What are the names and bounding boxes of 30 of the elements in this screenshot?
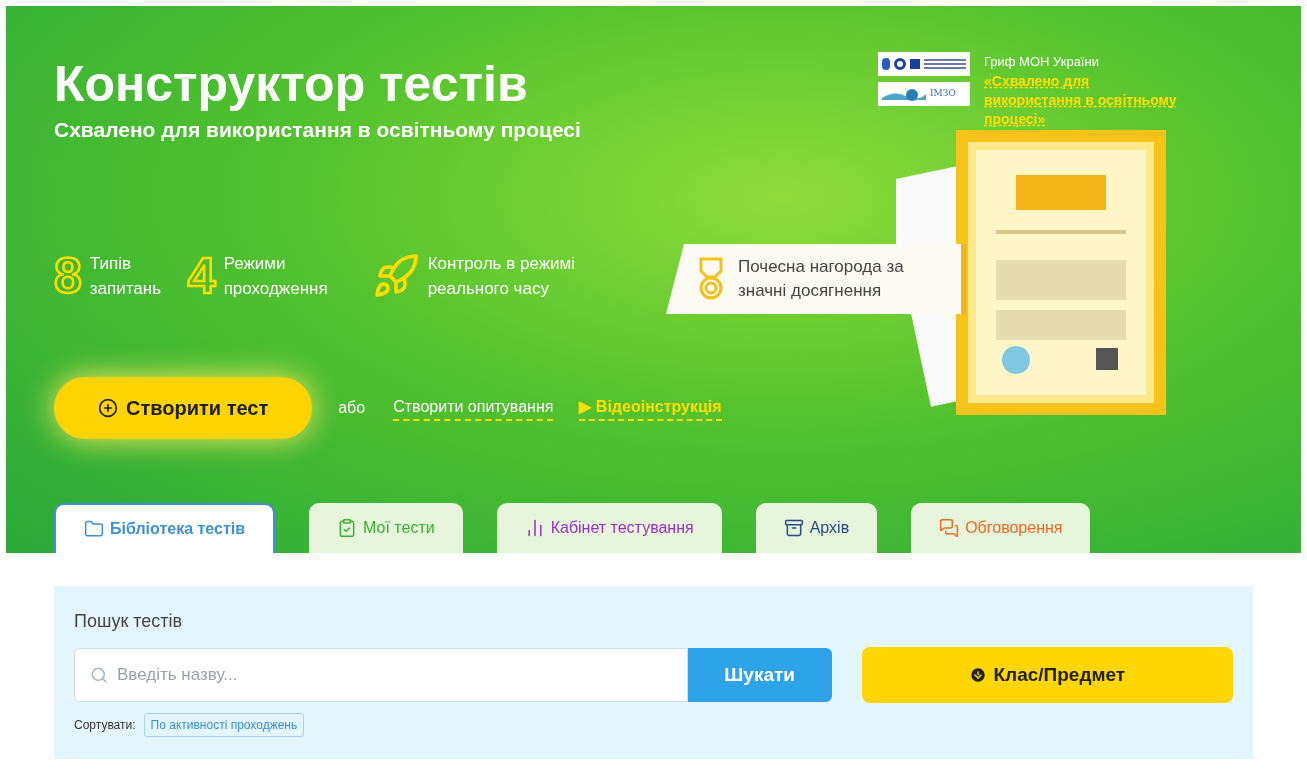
search-title: Пошук тестів <box>74 610 184 633</box>
tab[interactable]: Бібліотека тестів <box>54 503 276 553</box>
video-link[interactable]: ▶ Відеоінструкція <box>579 394 722 421</box>
sort-option[interactable]: По активності проходжень <box>143 713 305 737</box>
search-icon <box>90 666 108 684</box>
feature-text: Контроль в режимі реального часу <box>427 252 576 300</box>
feature-text: Режими проходження <box>223 252 329 300</box>
tab[interactable]: Обговорення <box>911 503 1091 553</box>
or-text: або <box>338 397 366 418</box>
chat-icon <box>939 518 960 538</box>
feature-text: Типів запитань <box>89 252 163 300</box>
sort-label: Сортувати: <box>74 717 136 734</box>
class-subject-button[interactable]: Клас/Предмет <box>861 647 1233 703</box>
folder-icon <box>84 519 104 539</box>
tab[interactable]: Архів <box>755 503 878 553</box>
award-text: Почесна нагорода за значні досягнення <box>738 256 905 302</box>
tab[interactable]: Мої тести <box>309 503 463 553</box>
tab[interactable]: Кабінет тестування <box>496 503 722 553</box>
numeral-icon: 8 <box>54 250 82 301</box>
archive-icon <box>783 518 804 538</box>
page-subtitle: Схвалено для використання в освітньому процесі <box>54 117 581 143</box>
create-survey-link[interactable]: Створити опитування <box>393 394 554 421</box>
create-test-button[interactable]: Створити тест <box>54 376 313 439</box>
page-title: Конструктор тестів <box>54 56 528 112</box>
search-field[interactable]: Введіть назву... <box>74 648 688 702</box>
approval-label: Гриф МОН України <box>984 53 1100 71</box>
plus-icon <box>98 397 118 418</box>
search-button[interactable]: Шукати <box>687 648 832 702</box>
imzo-logo: ІМЗО <box>878 82 970 106</box>
numeral-icon: 4 <box>187 250 216 301</box>
